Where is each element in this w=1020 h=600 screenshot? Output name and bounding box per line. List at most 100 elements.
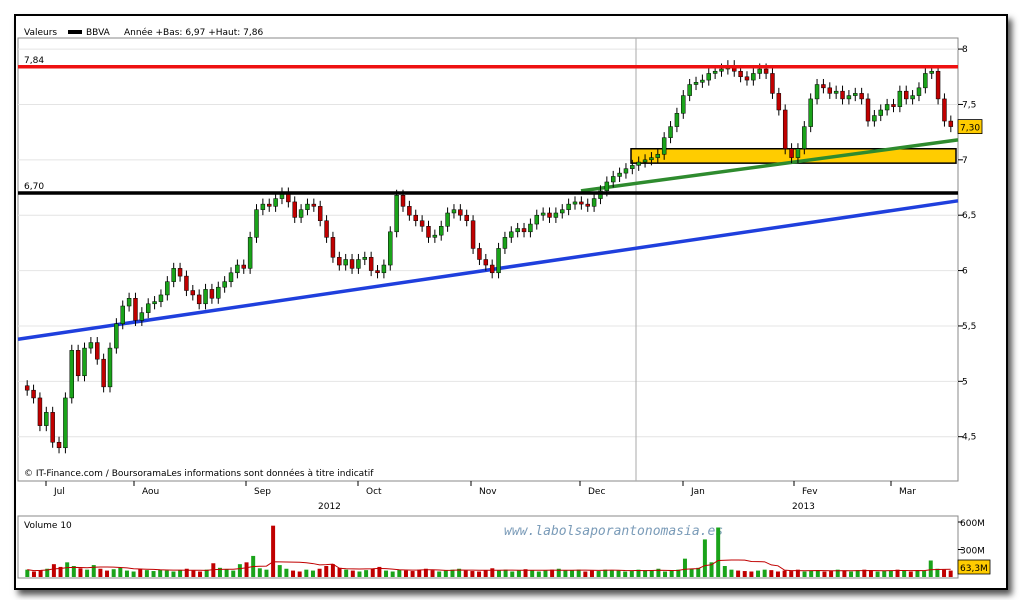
- volume-tick-label: 300M: [960, 547, 985, 557]
- candle-body: [744, 76, 750, 81]
- volume-bar: [364, 570, 369, 577]
- x-month-label: Nov: [479, 487, 497, 497]
- level-label: 7,84: [24, 56, 44, 66]
- candle-body: [502, 237, 508, 249]
- candle-body: [681, 95, 686, 114]
- candle-body: [948, 120, 954, 127]
- candle-body: [910, 95, 915, 100]
- candle-body: [222, 281, 227, 288]
- y-tick-label: 5: [962, 377, 968, 387]
- candle-body: [865, 98, 871, 122]
- volume-bar: [437, 571, 442, 577]
- candle-body: [368, 257, 374, 271]
- volume-bar: [915, 570, 920, 577]
- volume-bar: [516, 570, 521, 577]
- volume-bar: [596, 571, 601, 577]
- candle-body: [203, 289, 208, 305]
- candle-body: [547, 212, 552, 218]
- candle-body: [674, 113, 680, 127]
- volume-bar: [942, 569, 947, 577]
- volume-bar: [603, 569, 608, 577]
- y-tick-label: 6: [962, 267, 968, 277]
- volume-bar: [616, 570, 621, 577]
- candle-body: [687, 84, 692, 96]
- volume-bar: [31, 571, 36, 577]
- candle-body: [88, 342, 94, 349]
- candle-body: [515, 228, 520, 233]
- volume-bar: [384, 570, 389, 577]
- candle-body: [114, 323, 119, 349]
- price-badge: 7,30: [957, 119, 983, 134]
- candle-body: [56, 441, 62, 449]
- candle-body: [757, 68, 762, 74]
- candle-body: [878, 109, 883, 116]
- volume-bar: [131, 571, 136, 577]
- candle-body: [388, 231, 393, 266]
- candle-body: [152, 301, 157, 305]
- volume-bar: [669, 570, 674, 577]
- candle-body: [95, 342, 100, 360]
- candle-body: [540, 212, 546, 216]
- volume-bar: [802, 571, 807, 577]
- candle-body: [458, 209, 463, 216]
- candle-body: [311, 203, 317, 207]
- candle-body: [776, 93, 782, 111]
- volume-bar: [716, 527, 721, 577]
- volume-bar: [98, 568, 103, 577]
- candle-body: [362, 257, 368, 260]
- candle-body: [247, 237, 253, 269]
- x-month-label: Sep: [254, 487, 271, 497]
- volume-bar: [775, 571, 780, 577]
- volume-bar: [510, 571, 515, 577]
- candle-body: [381, 264, 387, 274]
- candle-body: [337, 257, 342, 266]
- volume-bar: [65, 562, 70, 577]
- candle-body: [464, 214, 469, 221]
- volume-bar: [124, 570, 129, 577]
- candle-body: [273, 198, 278, 207]
- candle-body: [560, 209, 565, 214]
- volume-bar: [171, 571, 176, 577]
- candle-body: [75, 350, 81, 377]
- candle-body: [630, 165, 635, 169]
- candle-body: [120, 305, 125, 324]
- candle-body: [145, 303, 151, 313]
- volume-bar: [397, 569, 402, 577]
- candle-body: [439, 226, 444, 236]
- y-tick-label: 7: [962, 156, 968, 166]
- candle-body: [63, 397, 68, 449]
- volume-bar: [151, 571, 156, 577]
- y-tick-label: 8: [962, 45, 968, 55]
- volume-bar: [928, 560, 933, 577]
- volume-bar: [530, 570, 535, 577]
- candle-body: [827, 87, 833, 94]
- volume-bar: [583, 571, 588, 577]
- candle-body: [636, 161, 641, 166]
- level-label: 6,70: [24, 182, 44, 192]
- candle-body: [789, 148, 794, 158]
- candle-body: [553, 212, 559, 218]
- candle-body: [891, 104, 896, 107]
- candle-body: [101, 358, 106, 388]
- candle-body: [846, 95, 852, 100]
- candle-body: [904, 90, 909, 100]
- volume-bar: [689, 568, 694, 577]
- time-x-axis: Jul Aou Sep Oct Nov Dec Jan Fev Mar 2012 2013: [45, 481, 916, 512]
- volume-bar: [749, 571, 754, 577]
- volume-bar: [882, 571, 887, 577]
- candle-body: [763, 68, 769, 74]
- volume-bar: [51, 564, 56, 577]
- volume-bar: [922, 571, 927, 577]
- x-month-label: Dec: [588, 487, 605, 497]
- candle-body: [738, 70, 743, 78]
- candle-body: [139, 312, 145, 321]
- candle-body: [604, 181, 610, 192]
- candle-body: [929, 70, 934, 74]
- volume-bar: [829, 571, 834, 577]
- candle-body: [693, 82, 699, 85]
- volume-bar: [350, 570, 355, 577]
- candle-body: [228, 272, 234, 282]
- candle-body: [133, 298, 138, 321]
- y-tick-label: 4,5: [962, 433, 976, 443]
- volume-bar: [589, 570, 594, 577]
